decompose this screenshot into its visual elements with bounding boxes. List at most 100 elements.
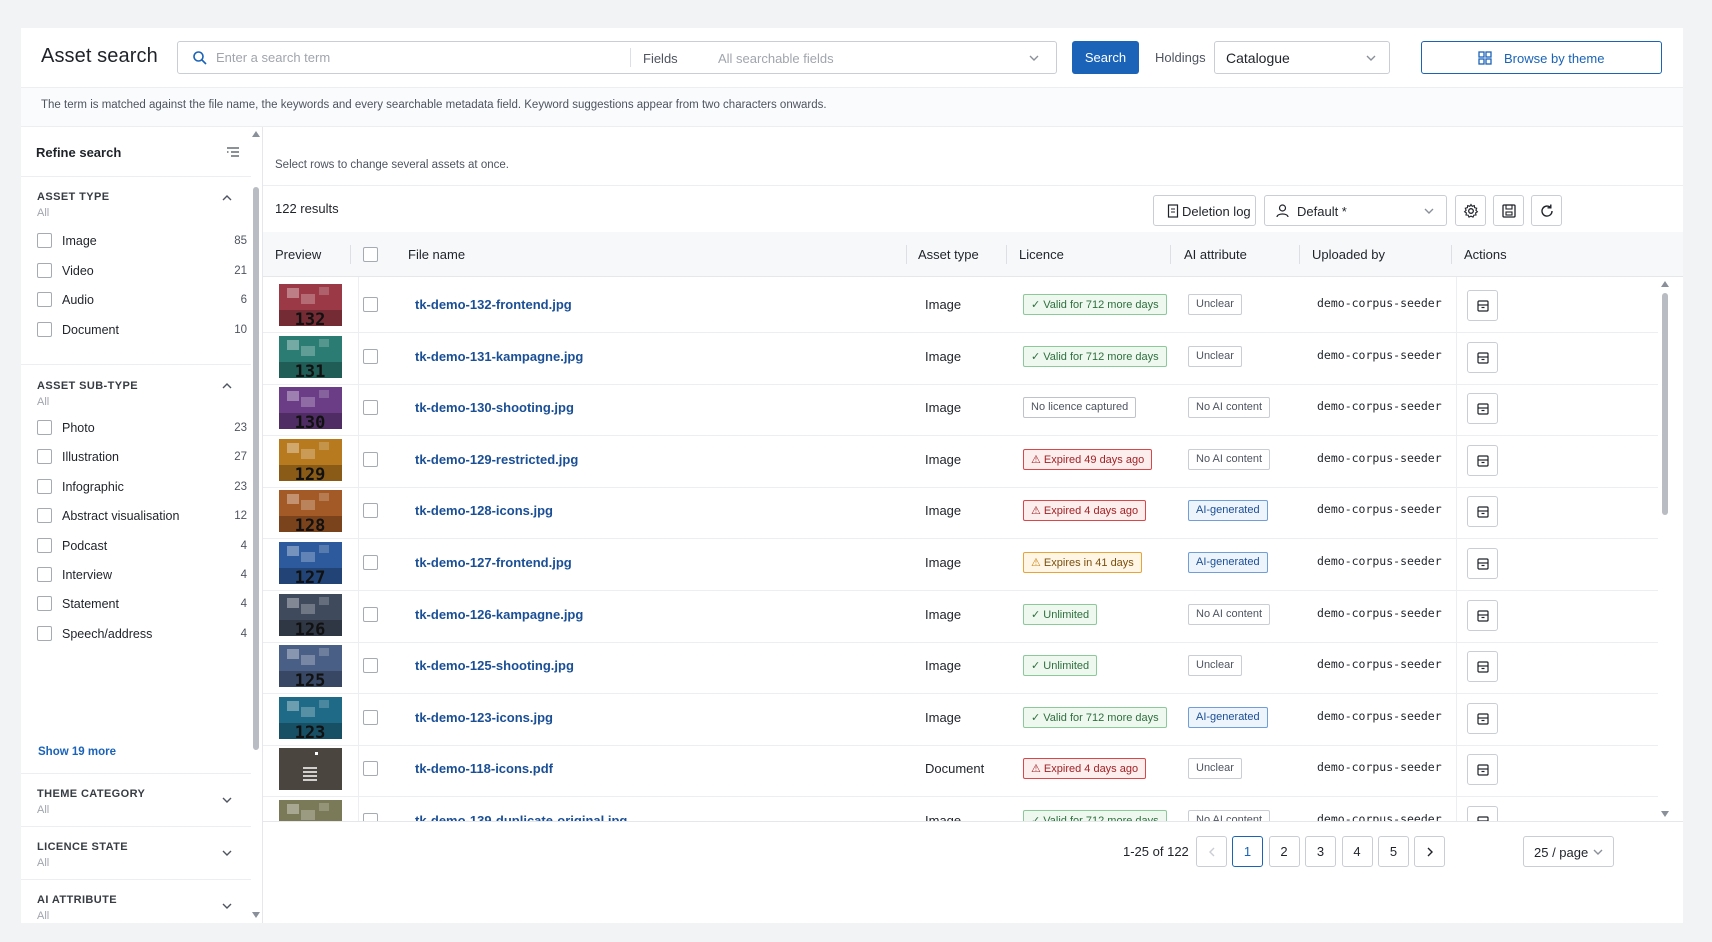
filter-option[interactable]: Infographic 23 (37, 476, 247, 498)
licence-state-title[interactable]: LICENCE STATE (37, 841, 128, 853)
archive-button[interactable] (1467, 651, 1498, 683)
row-checkbox[interactable] (363, 297, 378, 312)
ai-attribute-title[interactable]: AI ATTRIBUTE (37, 894, 117, 906)
browse-by-theme-button[interactable]: Browse by theme (1421, 41, 1662, 74)
row-checkbox[interactable] (363, 503, 378, 519)
col-ai-attribute[interactable]: AI attribute (1184, 247, 1247, 262)
page-button[interactable]: 1 (1232, 836, 1263, 867)
file-name-link[interactable]: tk-demo-139-duplicate-original.jpg (415, 813, 627, 821)
col-asset-type[interactable]: Asset type (918, 247, 979, 262)
row-checkbox[interactable] (363, 348, 378, 364)
col-file-name[interactable]: File name (408, 247, 465, 262)
filter-option[interactable]: Abstract visualisation 12 (37, 505, 247, 527)
filter-checkbox[interactable] (37, 478, 52, 494)
filter-option[interactable]: Statement 4 (37, 593, 247, 615)
chevron-up-icon[interactable] (220, 191, 234, 205)
archive-button[interactable] (1467, 599, 1498, 631)
filter-checkbox[interactable] (37, 508, 52, 524)
preview-thumbnail[interactable]: 127 (279, 542, 342, 584)
table-row[interactable]: 123 tk-demo-123-icons.jpg Image ✓ Valid for… (263, 689, 1658, 746)
col-uploaded-by[interactable]: Uploaded by (1312, 247, 1385, 262)
filter-checkbox[interactable] (37, 596, 52, 612)
file-name-link[interactable]: tk-demo-130-shooting.jpg (415, 400, 574, 415)
archive-button[interactable] (1467, 702, 1498, 734)
table-row[interactable]: tk-demo-139-duplicate-original.jpg Image ✓… (263, 793, 1658, 821)
view-select[interactable]: Default * (1264, 195, 1447, 226)
archive-button[interactable] (1467, 754, 1498, 786)
file-name-link[interactable]: tk-demo-125-shooting.jpg (415, 658, 574, 673)
archive-button[interactable] (1467, 806, 1498, 821)
search-button[interactable]: Search (1072, 41, 1139, 74)
chevron-down-icon[interactable] (220, 899, 234, 913)
table-scrollbar[interactable] (1659, 277, 1671, 821)
archive-button[interactable] (1467, 496, 1498, 528)
table-row[interactable]: 131 tk-demo-131-kampagne.jpg Image ✓ Valid … (263, 328, 1658, 385)
table-row[interactable]: 128 tk-demo-128-icons.jpg Image ⚠ Expired 4… (263, 483, 1658, 540)
preview-thumbnail[interactable]: 125 (279, 645, 342, 688)
preview-thumbnail[interactable]: 131 (279, 335, 342, 378)
row-checkbox[interactable] (363, 400, 378, 416)
preview-thumbnail[interactable]: 123 (279, 696, 342, 739)
table-row[interactable]: 130 tk-demo-130-shooting.jpg Image No licen… (263, 380, 1658, 437)
archive-button[interactable] (1467, 290, 1498, 321)
col-licence[interactable]: Licence (1019, 247, 1064, 262)
file-name-link[interactable]: tk-demo-118-icons.pdf (415, 761, 553, 776)
file-name-link[interactable]: tk-demo-132-frontend.jpg (415, 297, 572, 312)
table-row[interactable]: 125 tk-demo-125-shooting.jpg Image ✓ Unlimi… (263, 638, 1658, 695)
preview-thumbnail[interactable]: 128 (279, 490, 342, 533)
filter-option[interactable]: Speech/address 4 (37, 623, 247, 645)
fields-select[interactable]: All searchable fields (718, 51, 834, 66)
file-name-link[interactable]: tk-demo-123-icons.jpg (415, 710, 553, 725)
scroll-down-icon[interactable] (1661, 811, 1669, 817)
table-scroll-thumb[interactable] (1662, 293, 1668, 515)
filter-checkbox[interactable] (37, 449, 52, 465)
next-page-button[interactable] (1414, 836, 1445, 867)
filter-option[interactable]: Photo 23 (37, 417, 247, 439)
save-view-button[interactable] (1493, 195, 1524, 226)
filter-option[interactable]: Video 21 (37, 260, 247, 282)
holdings-select[interactable]: Catalogue (1214, 41, 1390, 74)
table-row[interactable]: 132 tk-demo-132-frontend.jpg Image ✓ Valid … (263, 277, 1658, 333)
file-name-link[interactable]: tk-demo-129-restricted.jpg (415, 452, 578, 467)
archive-button[interactable] (1467, 444, 1498, 476)
filter-checkbox[interactable] (37, 567, 52, 582)
show-more-link[interactable]: Show 19 more (38, 746, 116, 758)
page-button[interactable]: 4 (1341, 836, 1373, 867)
chevron-up-icon[interactable] (220, 379, 234, 393)
filter-checkbox[interactable] (37, 292, 52, 308)
filter-option[interactable]: Illustration 27 (37, 446, 247, 468)
filter-checkbox[interactable] (37, 420, 52, 435)
table-row[interactable]: tk-demo-118-icons.pdf Document ⚠ Expired 4… (263, 741, 1658, 798)
scroll-down-icon[interactable] (252, 912, 260, 918)
chevron-down-icon[interactable] (220, 846, 234, 860)
filter-option[interactable]: Podcast 4 (37, 535, 247, 557)
preview-thumbnail[interactable] (279, 748, 342, 791)
row-checkbox[interactable] (363, 451, 378, 467)
file-name-link[interactable]: tk-demo-127-frontend.jpg (415, 555, 572, 570)
preview-thumbnail[interactable]: 126 (279, 593, 342, 636)
prev-page-button[interactable] (1196, 836, 1227, 867)
file-name-link[interactable]: tk-demo-126-kampagne.jpg (415, 607, 583, 622)
file-name-link[interactable]: tk-demo-128-icons.jpg (415, 503, 553, 518)
file-name-link[interactable]: tk-demo-131-kampagne.jpg (415, 349, 583, 364)
row-checkbox[interactable] (363, 606, 378, 622)
page-button[interactable]: 3 (1305, 836, 1336, 867)
chevron-down-icon[interactable] (220, 793, 234, 807)
row-checkbox[interactable] (363, 658, 378, 674)
preview-thumbnail[interactable]: 129 (279, 438, 342, 481)
preview-thumbnail[interactable]: 130 (279, 387, 342, 430)
filter-list-icon[interactable] (225, 144, 241, 160)
page-size-select[interactable]: 25 / page (1523, 836, 1614, 867)
preview-thumbnail[interactable]: 132 (279, 284, 342, 326)
filter-option[interactable]: Document 10 (37, 319, 247, 341)
filter-checkbox[interactable] (37, 233, 52, 248)
settings-button[interactable] (1455, 195, 1486, 226)
filter-option[interactable]: Audio 6 (37, 289, 247, 311)
filter-checkbox[interactable] (37, 625, 52, 641)
deletion-log-button[interactable]: Deletion log (1153, 195, 1256, 226)
sidebar-scrollbar[interactable] (250, 127, 262, 923)
filter-option[interactable]: Image 85 (37, 230, 247, 252)
filter-checkbox[interactable] (37, 322, 52, 338)
scroll-up-icon[interactable] (1661, 281, 1669, 287)
table-row[interactable]: 129 tk-demo-129-restricted.jpg Image ⚠ Expi… (263, 431, 1658, 488)
